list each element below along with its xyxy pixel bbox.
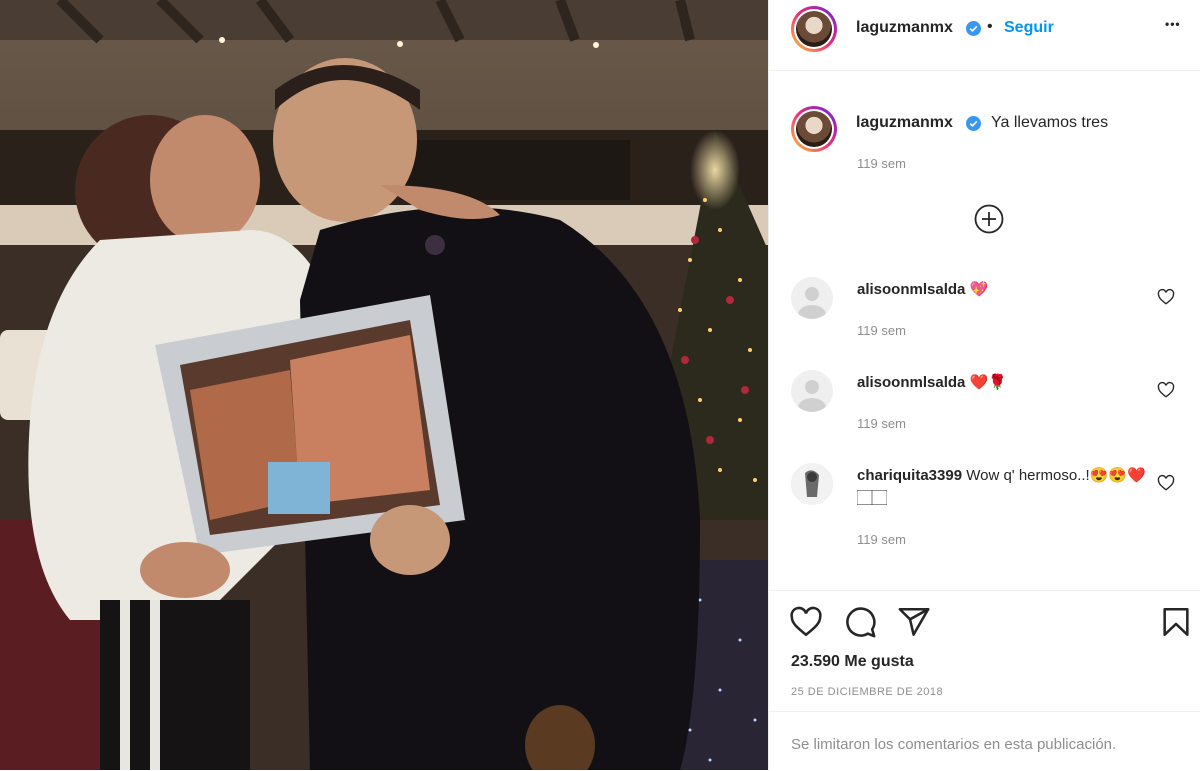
comment-3: chariquita3399 Wow q' hermoso..!😍😍❤️🏻🏻 bbox=[857, 465, 1147, 509]
avatar[interactable] bbox=[791, 6, 837, 52]
comment-avatar[interactable] bbox=[791, 277, 833, 319]
post-photo[interactable] bbox=[0, 0, 768, 770]
heart-icon[interactable] bbox=[1157, 381, 1175, 399]
comment-username[interactable]: alisoonmlsalda bbox=[857, 374, 965, 391]
photo-scene bbox=[0, 0, 768, 770]
follow-button[interactable]: Seguir bbox=[1004, 19, 1054, 37]
comment-time[interactable]: 119 sem bbox=[857, 416, 906, 431]
comments-limited-notice: Se limitaron los comentarios en esta pub… bbox=[769, 711, 1200, 771]
post-header: laguzmanmx • Seguir ••• bbox=[769, 0, 1200, 71]
save-icon[interactable] bbox=[1159, 605, 1193, 639]
heart-icon[interactable] bbox=[1157, 474, 1175, 492]
caption-avatar[interactable] bbox=[791, 106, 837, 152]
comment-1: alisoonmlsalda 💖 bbox=[857, 279, 988, 301]
post-sidebar: laguzmanmx • Seguir ••• laguzmanmx Ya ll… bbox=[768, 0, 1200, 771]
header-username[interactable]: laguzmanmx bbox=[856, 19, 953, 37]
comment-time[interactable]: 119 sem bbox=[857, 532, 906, 547]
comment-username[interactable]: alisoonmlsalda bbox=[857, 281, 965, 298]
comment-username[interactable]: chariquita3399 bbox=[857, 467, 962, 484]
comment-text: ❤️🌹 bbox=[969, 374, 1007, 391]
comment-time[interactable]: 119 sem bbox=[857, 323, 906, 338]
share-icon[interactable] bbox=[897, 605, 931, 639]
comments-limited-text: Se limitaron los comentarios en esta pub… bbox=[791, 736, 1117, 753]
caption-username[interactable]: laguzmanmx bbox=[856, 114, 953, 132]
add-comments-icon[interactable] bbox=[974, 204, 1004, 234]
verified-badge-icon bbox=[966, 21, 981, 36]
comment-avatar[interactable] bbox=[791, 370, 833, 412]
comment-avatar[interactable] bbox=[791, 463, 833, 505]
caption-text: Ya llevamos tres bbox=[991, 114, 1109, 131]
heart-icon[interactable] bbox=[1157, 288, 1175, 306]
like-heart-icon[interactable] bbox=[789, 605, 823, 639]
post-date[interactable]: 25 DE DICIEMBRE DE 2018 bbox=[791, 686, 943, 698]
verified-badge-icon bbox=[966, 116, 981, 131]
likes-count[interactable]: 23.590 Me gusta bbox=[791, 653, 914, 671]
comment-text: 💖 bbox=[969, 281, 989, 298]
comment-2: alisoonmlsalda ❤️🌹 bbox=[857, 372, 1007, 394]
more-options-button[interactable]: ••• bbox=[1165, 17, 1181, 31]
caption-time[interactable]: 119 sem bbox=[857, 156, 906, 171]
separator-dot: • bbox=[987, 18, 993, 35]
comment-icon[interactable] bbox=[843, 605, 877, 639]
